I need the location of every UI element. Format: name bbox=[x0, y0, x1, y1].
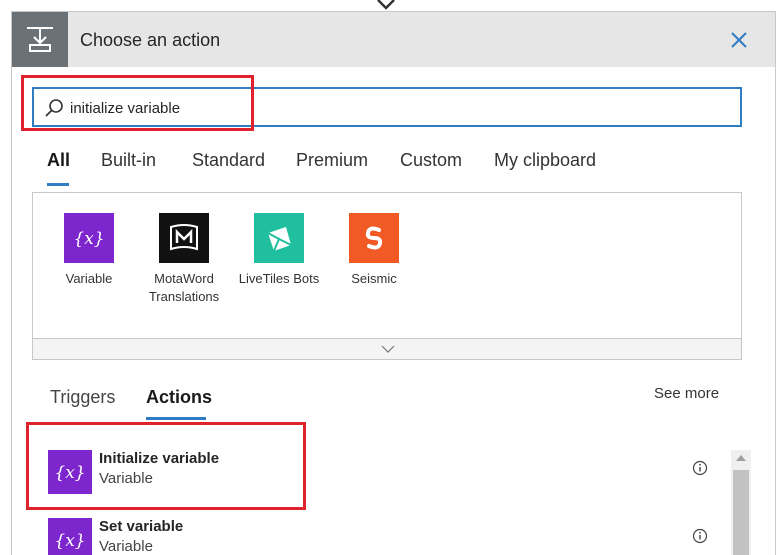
connectors-panel: {x} Variable MotaWord Translations LiveT… bbox=[32, 192, 742, 360]
seismic-icon bbox=[349, 213, 399, 263]
choose-action-card: Choose an action All Built-in Standard P… bbox=[11, 11, 776, 555]
variable-icon: {x} bbox=[48, 518, 92, 555]
tab-standard[interactable]: Standard bbox=[192, 150, 265, 171]
svg-text:{x}: {x} bbox=[54, 463, 85, 483]
connector-motaword[interactable]: MotaWord Translations bbox=[134, 213, 234, 306]
tab-custom[interactable]: Custom bbox=[400, 150, 462, 171]
scroll-up-icon[interactable] bbox=[736, 455, 746, 461]
search-icon bbox=[45, 99, 63, 117]
tab-built-in[interactable]: Built-in bbox=[101, 150, 156, 171]
connector-label: MotaWord Translations bbox=[148, 271, 220, 304]
page-title: Choose an action bbox=[80, 30, 221, 50]
action-set-variable[interactable]: {x} Set variable Variable bbox=[46, 510, 726, 555]
tab-all[interactable]: All bbox=[47, 150, 70, 171]
close-icon[interactable] bbox=[728, 29, 750, 51]
variable-icon: {x} bbox=[48, 450, 92, 494]
tab-triggers[interactable]: Triggers bbox=[50, 387, 115, 408]
action-initialize-variable[interactable]: {x} Initialize variable Variable bbox=[46, 442, 726, 500]
svg-text:{x}: {x} bbox=[73, 229, 104, 249]
search-input[interactable] bbox=[70, 97, 730, 119]
motaword-icon bbox=[159, 213, 209, 263]
connector-variable[interactable]: {x} Variable bbox=[39, 213, 139, 288]
action-name: Set variable bbox=[99, 518, 184, 535]
tab-my-clipboard[interactable]: My clipboard bbox=[494, 150, 596, 171]
connector-livetiles[interactable]: LiveTiles Bots bbox=[229, 213, 329, 288]
scroll-thumb[interactable] bbox=[733, 470, 749, 555]
connector-label: Seismic bbox=[351, 271, 397, 286]
chevron-down-icon bbox=[381, 345, 395, 353]
action-connector: Variable bbox=[99, 470, 153, 487]
tab-actions-underline bbox=[146, 417, 206, 420]
tab-premium[interactable]: Premium bbox=[296, 150, 368, 171]
results-scrollbar[interactable] bbox=[731, 450, 751, 555]
action-step-icon bbox=[12, 12, 68, 67]
info-icon[interactable] bbox=[692, 528, 708, 544]
see-more-link[interactable]: See more bbox=[654, 385, 719, 402]
livetiles-icon bbox=[254, 213, 304, 263]
tab-actions[interactable]: Actions bbox=[146, 387, 212, 408]
info-icon[interactable] bbox=[692, 460, 708, 476]
tab-all-underline bbox=[47, 183, 69, 186]
card-header: Choose an action bbox=[12, 12, 775, 67]
svg-text:{x}: {x} bbox=[54, 531, 85, 551]
action-connector: Variable bbox=[99, 538, 153, 555]
connector-seismic[interactable]: Seismic bbox=[324, 213, 424, 288]
action-name: Initialize variable bbox=[99, 450, 220, 467]
connector-label: LiveTiles Bots bbox=[238, 271, 320, 286]
variable-icon: {x} bbox=[64, 213, 114, 263]
expand-connectors-button[interactable] bbox=[32, 338, 742, 360]
connector-label: Variable bbox=[65, 271, 113, 286]
search-box[interactable] bbox=[32, 87, 742, 127]
